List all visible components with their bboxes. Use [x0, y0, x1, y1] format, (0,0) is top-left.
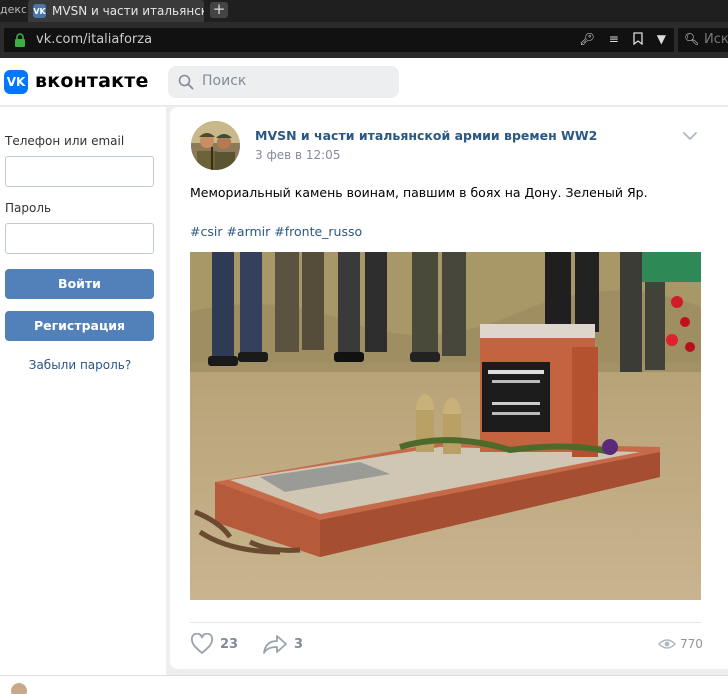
password-label: Пароль — [5, 201, 52, 215]
eye-icon — [658, 639, 676, 649]
url-field[interactable]: vk.com/italiaforza 🔑︎ ≡ ▼ — [4, 28, 674, 52]
login-panel: Телефон или email Пароль Войти Регистрац… — [0, 107, 166, 675]
browser-tab-previous[interactable]: декс — [0, 0, 26, 22]
vk-logo-icon[interactable]: VK — [4, 70, 28, 94]
phone-email-field[interactable] — [5, 156, 154, 187]
url-text: vk.com/italiaforza — [36, 32, 153, 47]
avatar[interactable] — [191, 121, 240, 170]
post-text: Мемориальный камень воинам, павшим в боя… — [190, 185, 648, 200]
like-count: 23 — [220, 636, 239, 652]
views-counter: 770 — [658, 637, 703, 651]
search-icon — [178, 74, 194, 90]
post-date[interactable]: 3 фев в 12:05 — [255, 148, 340, 162]
tab-title: MVSN и части итальянско — [52, 4, 204, 18]
key-icon[interactable]: 🔑︎ — [579, 32, 594, 48]
share-button[interactable]: 3 — [262, 633, 303, 655]
memorial-photo-image — [190, 252, 701, 600]
post-hashtags[interactable]: #csir #armir #fronte_russo — [190, 224, 362, 239]
register-button[interactable]: Регистрация — [5, 311, 154, 341]
like-button[interactable]: 23 — [190, 633, 238, 655]
phone-label: Телефон или email — [5, 134, 125, 148]
browser-search-field[interactable]: 🔍︎ Иск — [678, 28, 728, 52]
dropdown-arrow-icon[interactable]: ▼ — [657, 32, 666, 48]
chevron-down-icon[interactable] — [682, 131, 698, 141]
new-tab-button[interactable]: + — [210, 2, 228, 18]
browser-search-placeholder: Иск — [704, 32, 728, 47]
partial-avatar-icon — [11, 683, 27, 694]
browser-tab-bar: декс VK MVSN и части итальянско + — [0, 0, 728, 22]
share-arrow-icon — [263, 635, 287, 654]
reader-icon[interactable]: ≡ — [609, 32, 619, 48]
search-placeholder: Поиск — [202, 73, 247, 89]
post-author-link[interactable]: MVSN и части итальянской армии времен WW… — [255, 128, 597, 143]
vk-header: VK вконтакте Поиск — [0, 58, 728, 106]
wall-post: MVSN и части итальянской армии времен WW… — [170, 107, 728, 669]
heart-icon — [190, 633, 214, 654]
login-button[interactable]: Войти — [5, 269, 154, 299]
post-divider — [190, 622, 701, 623]
tab-title: декс — [0, 3, 26, 16]
post-photo[interactable] — [190, 252, 701, 600]
lock-icon — [15, 33, 25, 47]
search-input[interactable]: Поиск — [168, 66, 399, 98]
share-count: 3 — [294, 636, 304, 652]
password-field[interactable] — [5, 223, 154, 254]
search-icon: 🔍︎ — [684, 32, 700, 46]
views-count: 770 — [680, 637, 703, 651]
next-post-strip — [0, 675, 728, 694]
forgot-password-link[interactable]: Забыли пароль? — [0, 358, 160, 372]
browser-tab-active[interactable]: VK MVSN и части итальянско — [28, 0, 204, 22]
vk-logo-text[interactable]: вконтакте — [35, 70, 149, 92]
vk-favicon-icon: VK — [33, 4, 47, 18]
address-bar-icons: 🔑︎ ≡ ▼ — [579, 32, 666, 48]
browser-address-bar: vk.com/italiaforza 🔑︎ ≡ ▼ 🔍︎ Иск — [0, 22, 728, 58]
bookmark-icon[interactable] — [633, 32, 643, 48]
